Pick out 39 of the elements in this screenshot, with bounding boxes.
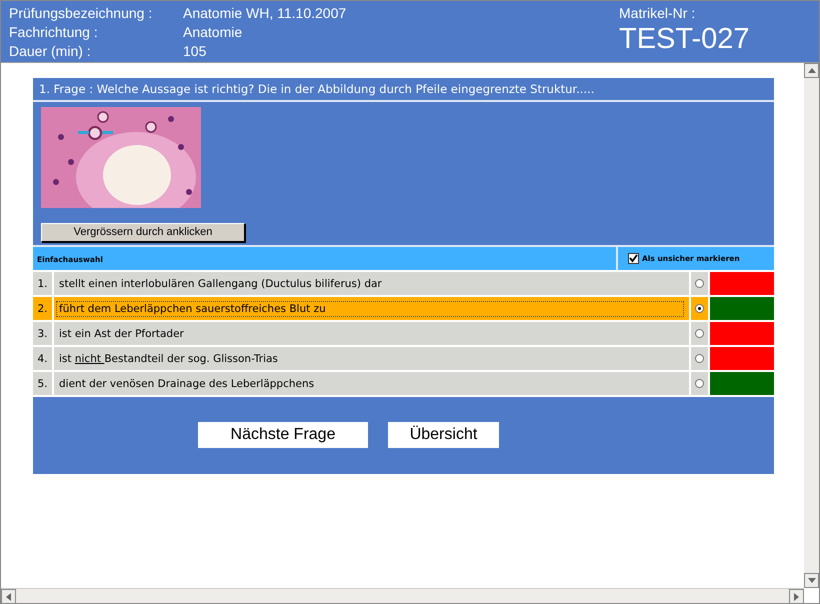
answer-cell[interactable]: ist nicht Bestandteil der sog. Glisson-Trias <box>54 347 689 370</box>
answer-text[interactable]: ist nicht Bestandteil der sog. Glisson-Trias <box>57 352 278 364</box>
field-value: Anatomie <box>183 24 244 40</box>
field-label: Matrikel-Nr : <box>619 5 696 21</box>
field-label: Dauer (min) : <box>9 43 92 59</box>
radio-button[interactable] <box>695 329 704 338</box>
answer-text[interactable]: ist ein Ast der Pfortader <box>57 328 184 340</box>
field-value: Anatomie WH, 11.10.2007 <box>183 5 346 21</box>
answer-cell[interactable]: stellt einen interlobulären Gallengang (Ductulus biliferus) dar <box>54 272 689 295</box>
vertical-scrollbar[interactable] <box>804 63 819 588</box>
scroll-left-icon[interactable] <box>1 589 16 604</box>
answer-number: 1. <box>33 272 54 295</box>
student-id: TEST-027 <box>619 23 751 56</box>
answer-text[interactable]: dient der venösen Drainage des Leberläppchens <box>57 378 314 390</box>
radio-button[interactable] <box>695 379 704 388</box>
scroll-down-icon[interactable] <box>804 573 819 588</box>
radio-button[interactable] <box>695 304 704 313</box>
question-title: 1. Frage : Welche Aussage ist richtig? Die in der Abbildung durch Pfeile eingegrenzte Struktur..... <box>33 78 774 102</box>
answer-cell[interactable]: ist ein Ast der Pfortader <box>54 322 689 345</box>
nav-button[interactable]: Übersicht <box>388 422 499 448</box>
field-label: Prüfungsbezeichnung : <box>9 5 154 21</box>
answer-cell[interactable]: dient der venösen Drainage des Leberläppchens <box>54 372 689 395</box>
answer-number: 3. <box>33 322 54 345</box>
answer-number: 2. <box>33 297 54 320</box>
answer-text[interactable]: stellt einen interlobulären Gallengang (Ductulus biliferus) dar <box>57 278 382 290</box>
enlarge-button[interactable]: Vergrössern durch anklicken <box>41 222 245 242</box>
answer-number: 4. <box>33 347 54 370</box>
horizontal-scrollbar[interactable] <box>1 588 804 603</box>
radio-button[interactable] <box>695 279 704 288</box>
unsure-checkbox[interactable] <box>628 253 639 264</box>
scroll-right-icon[interactable] <box>789 589 804 604</box>
answer-text[interactable]: führt dem Leberläppchen sauerstoffreiches Blut zu <box>57 302 683 316</box>
answer-cell[interactable]: führt dem Leberläppchen sauerstoffreiches Blut zu <box>54 297 689 320</box>
scroll-up-icon[interactable] <box>804 63 819 78</box>
field-label: Fachrichtung : <box>9 24 99 40</box>
nav-button[interactable]: Nächste Frage <box>198 422 368 448</box>
field-value: 105 <box>183 43 208 59</box>
radio-button[interactable] <box>695 354 704 363</box>
answer-number: 5. <box>33 372 54 395</box>
